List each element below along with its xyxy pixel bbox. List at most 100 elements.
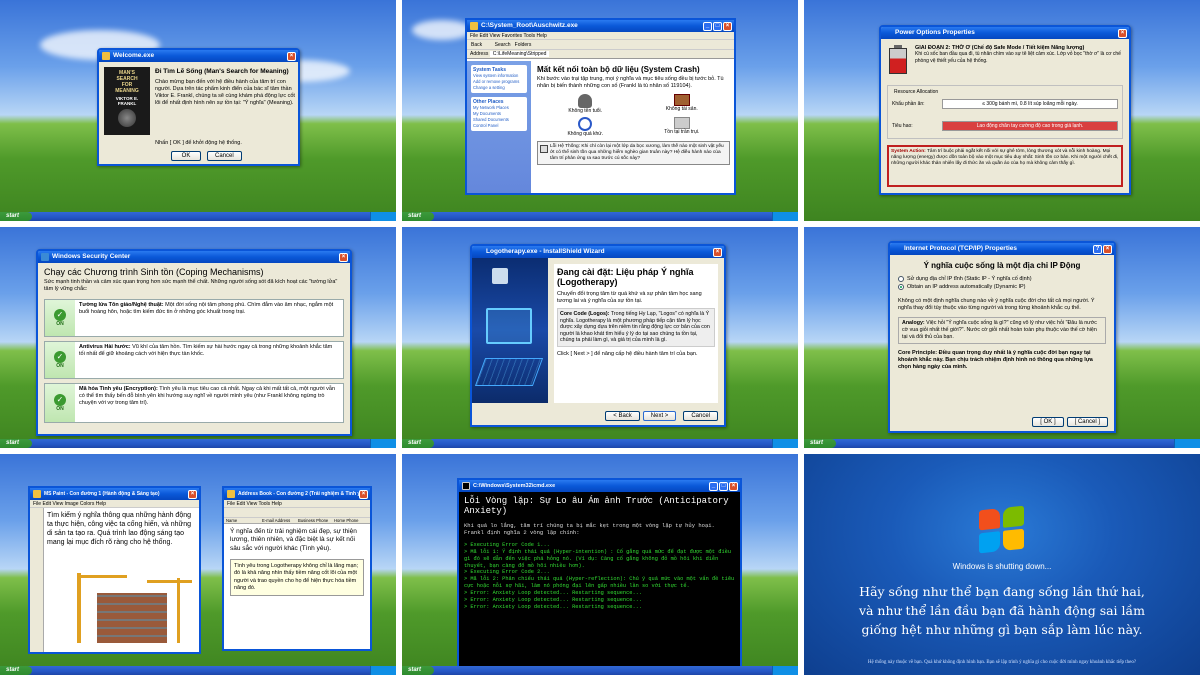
cancel-button[interactable]: [ Cancel ] (1066, 417, 1108, 427)
cancel-button[interactable]: Cancel (683, 411, 718, 421)
wizard-heading: Đang cài đặt: Liệu pháp Ý nghĩa (Logothe… (557, 267, 694, 288)
taskbar: start (402, 212, 798, 221)
panel-system-crash: C:\System_Root\Auschwitz.exe _ □ × File Edi… (402, 0, 798, 221)
welcome-heading: Đi Tìm Lẽ Sống (Man's Search for Meaning… (155, 68, 289, 75)
close-icon[interactable]: × (339, 252, 348, 262)
security-title: Windows Security Center (52, 253, 131, 260)
security-heading: Chạy các Chương trình Sinh tồn (Coping M… (44, 267, 264, 277)
shutdown-status: Windows is shutting down... (952, 562, 1052, 571)
start-button[interactable]: start (0, 666, 32, 675)
start-button[interactable]: start (804, 439, 836, 448)
ok-button[interactable]: OK (171, 151, 201, 161)
security-item: ✓ ON Tường lửa Tôn giáo/Nghệ thuật: Một … (44, 299, 344, 337)
system-action-box: System Action: Tâm trí buộc phải ngắt kế… (887, 145, 1123, 187)
address-bar[interactable]: Address C:\LifeMeaning\Stripped (467, 50, 734, 59)
construction-drawing (77, 573, 197, 643)
status-badge: ON (56, 363, 64, 369)
welcome-dialog: Welcome.exe × MAN'S SEARCH FOR MEANING VIKTO… (97, 48, 300, 166)
item-title: Mã hóa Tình yêu (Encryption): (79, 386, 158, 392)
search-button[interactable]: Search (495, 42, 511, 48)
panel-security-center: Windows Security Center × Chạy các Chương… (0, 227, 396, 448)
ration-label: Khẩu phần ăn: (892, 101, 925, 107)
close-icon[interactable]: × (729, 481, 738, 491)
ok-button[interactable]: [ OK ] (1032, 417, 1064, 427)
wizard-title: Logotherapy.exe - InstallShield Wizard (486, 248, 605, 255)
book-cover: MAN'S SEARCH FOR MEANING VIKTOR E. FRANKL (104, 67, 150, 135)
item-no-past: Không quá khứ. (537, 117, 634, 137)
back-button[interactable]: Back (471, 42, 482, 48)
start-button[interactable]: start (402, 212, 434, 221)
core-principle: Core Principle: Điều quan trọng duy nhất… (898, 349, 1093, 371)
resource-group: Resource Allocation Khẩu phần ăn: ≤ 300g… (887, 85, 1123, 139)
status-badge: ON (56, 321, 64, 327)
panel-paths: MS Paint - Con đường 1 (Hành động & Sáng… (0, 454, 396, 675)
windows-logo-icon (979, 505, 1025, 555)
check-icon: ✓ (54, 309, 66, 321)
close-icon[interactable]: × (713, 247, 722, 257)
security-item: ✓ ON Antivirus Hài hước: Vũ khí của tâm … (44, 341, 344, 379)
explorer-title: C:\System_Root\Auschwitz.exe (481, 22, 578, 29)
sidebar: System Tasks View system information Add … (467, 61, 531, 193)
place-link[interactable]: Control Panel (473, 123, 525, 129)
start-button[interactable]: start (0, 439, 32, 448)
close-icon[interactable]: × (188, 489, 197, 499)
tcpip-title: Internet Protocol (TCP/IP) Properties (904, 245, 1018, 252)
crash-body: Khi bước vào trại tập trung, mọi ý nghĩa… (537, 76, 724, 90)
paint-toolbox[interactable] (30, 508, 44, 652)
cancel-button[interactable]: Cancel (207, 151, 242, 161)
cmd-window: C:\Windows\System32\cmd.exe _ □ × Lỗi Vòng … (457, 478, 742, 668)
panel-tcpip: Internet Protocol (TCP/IP) Properties? × … (804, 227, 1200, 448)
install-wizard: Logotherapy.exe - InstallShield Wizard × … (470, 244, 726, 427)
item-title: Antivirus Hài hước: (79, 344, 131, 350)
explorer-window: C:\System_Root\Auschwitz.exe _ □ × File Edi… (465, 18, 736, 195)
drain-label: Tiêu hao: (892, 123, 913, 129)
tcpip-body: Không có một định nghĩa chung nào về ý n… (898, 298, 1095, 312)
cmd-heading: Lỗi Vòng lặp: Sự Lo âu Ám ảnh Trước (Ant… (464, 496, 729, 517)
ration-value: ≤ 300g bánh mì, 0.8 lít súp loãng mỗi ng… (942, 99, 1118, 109)
folders-button[interactable]: Folders (515, 42, 532, 48)
start-button[interactable]: start (402, 666, 434, 675)
book-author: VIKTOR E. FRANKL (115, 96, 139, 106)
address-book-window: Address Book - Con đường 2 (Trải nghiệm … (222, 486, 372, 651)
panel-install-wizard: Logotherapy.exe - InstallShield Wizard × … (402, 227, 798, 448)
resource-title: Resource Allocation (892, 89, 941, 95)
item-no-name: Không tên tuổi. (537, 94, 634, 114)
static-ip-option[interactable]: Sử dụng địa chỉ IP tĩnh (Static IP - Ý n… (898, 276, 1106, 282)
task-link[interactable]: Change a setting (473, 85, 525, 91)
close-icon[interactable]: × (287, 51, 296, 61)
action-text: Tâm trí buộc phải ngắt kết nối với sự gh… (891, 149, 1119, 166)
shutdown-footer: Hệ thống này thuộc về bạn. Quá khứ không… (867, 660, 1137, 665)
wizard-body: Chuyển đổi trọng tâm từ quá khứ và sự ph… (557, 290, 702, 304)
item-no-property: Không tài sản. (634, 94, 731, 114)
warning-box: Lỗi Hệ Thống: Khi chỉ còn lại một lớp da… (537, 141, 730, 166)
close-icon[interactable]: × (359, 489, 368, 499)
paint-text: Tìm kiếm ý nghĩa thông qua những hành độ… (47, 512, 192, 547)
toolbar: Back Search Folders (467, 40, 734, 50)
next-button[interactable]: Next > (642, 411, 677, 421)
cmd-title: C:\Windows\System32\cmd.exe (473, 483, 556, 489)
status-badge: ON (56, 406, 64, 412)
paint-title: MS Paint - Con đường 1 (Hành động & Sáng… (44, 491, 160, 497)
start-button[interactable]: start (0, 212, 32, 221)
menu-bar[interactable]: File Edit View Favorites Tools Help (467, 32, 734, 40)
power-options-dialog: Power Options Properties × GIAI ĐOẠN 2: T… (879, 25, 1131, 195)
action-label: System Action: (891, 149, 926, 154)
love-note: Tình yêu trong Logotherapy không chỉ là … (230, 559, 364, 596)
close-icon[interactable]: × (1103, 244, 1112, 254)
book-title: MAN'S SEARCH FOR MEANING (115, 70, 139, 94)
item-title: Tường lửa Tôn giáo/Nghệ thuật: (79, 302, 164, 308)
address-book-text: Ý nghĩa đến từ trải nghiệm cái đẹp, sự t… (230, 528, 357, 552)
close-icon[interactable]: × (1118, 28, 1127, 38)
close-icon[interactable]: × (723, 21, 732, 31)
taskbar: start (0, 439, 396, 448)
panel-shutdown: Windows is shutting down... Hãy sống như… (804, 454, 1200, 675)
back-button[interactable]: < Back (605, 411, 640, 421)
taskbar: start (0, 666, 396, 675)
taskbar: start (0, 212, 396, 221)
welcome-title: Welcome.exe (113, 52, 155, 59)
dynamic-ip-option[interactable]: Obtain an IP address automatically (Dyna… (898, 284, 1106, 290)
monitor-icon (486, 308, 532, 344)
start-button[interactable]: start (402, 439, 434, 448)
tcpip-dialog: Internet Protocol (TCP/IP) Properties? × … (888, 241, 1116, 433)
warning-text: Lỗi Hệ Thống: Khi chỉ còn lại một lớp da… (550, 144, 724, 162)
